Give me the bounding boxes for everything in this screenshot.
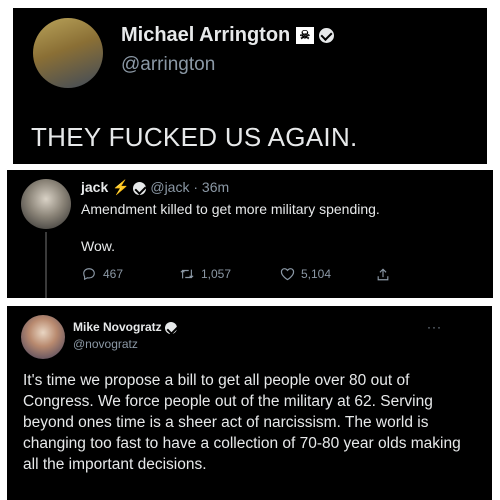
avatar[interactable] xyxy=(21,315,65,359)
reply-count: 467 xyxy=(103,267,124,281)
avatar[interactable] xyxy=(33,18,103,88)
tweet-card-novogratz[interactable]: Mike Novogratz @novogratz ··· It's time … xyxy=(7,306,492,500)
retweet-icon xyxy=(179,266,195,282)
more-options-button[interactable]: ··· xyxy=(427,320,442,334)
thread-line xyxy=(45,232,47,298)
verified-badge-icon xyxy=(319,28,335,44)
author-name[interactable]: jack xyxy=(81,179,108,195)
reply-icon xyxy=(81,266,97,282)
verified-badge-icon xyxy=(133,181,147,195)
tweet-text: It's time we propose a bill to get all p… xyxy=(23,372,461,473)
author-name-row[interactable]: jack ⚡ @jack · 36m xyxy=(81,179,229,196)
like-count: 5,104 xyxy=(301,267,332,281)
share-button[interactable] xyxy=(375,266,391,282)
avatar[interactable] xyxy=(21,179,71,229)
author-handle[interactable]: @jack xyxy=(150,179,189,195)
author-name[interactable]: Mike Novogratz xyxy=(73,320,162,334)
author-name-row[interactable]: Mike Novogratz xyxy=(73,320,178,334)
verified-badge-icon xyxy=(165,321,178,334)
tweet-text-line2: Wow. xyxy=(81,238,115,254)
heart-icon xyxy=(279,266,295,282)
like-button[interactable]: 5,104 xyxy=(279,266,331,282)
retweet-count: 1,057 xyxy=(201,267,232,281)
tweet-card-jack[interactable]: jack ⚡ @jack · 36m Amendment killed to g… xyxy=(7,170,493,298)
author-handle[interactable]: @novogratz xyxy=(73,337,138,351)
timestamp[interactable]: · 36m xyxy=(193,179,229,195)
tweet-text: THEY FUCKED US AGAIN. xyxy=(31,122,358,152)
author-name-row[interactable]: Michael Arrington ☠ xyxy=(121,24,335,47)
share-icon xyxy=(375,266,391,282)
retweet-button[interactable]: 1,057 xyxy=(179,266,231,282)
reply-button[interactable]: 467 xyxy=(81,266,123,282)
tweet-card-arrington[interactable]: Michael Arrington ☠ @arrington THEY FUCK… xyxy=(13,8,487,164)
lightning-icon: ⚡ xyxy=(112,179,130,195)
author-name[interactable]: Michael Arrington xyxy=(121,24,290,46)
author-handle[interactable]: @arrington xyxy=(121,54,215,76)
pirate-flag-icon: ☠ xyxy=(295,27,314,45)
tweet-text-line1: Amendment killed to get more military sp… xyxy=(81,201,380,217)
